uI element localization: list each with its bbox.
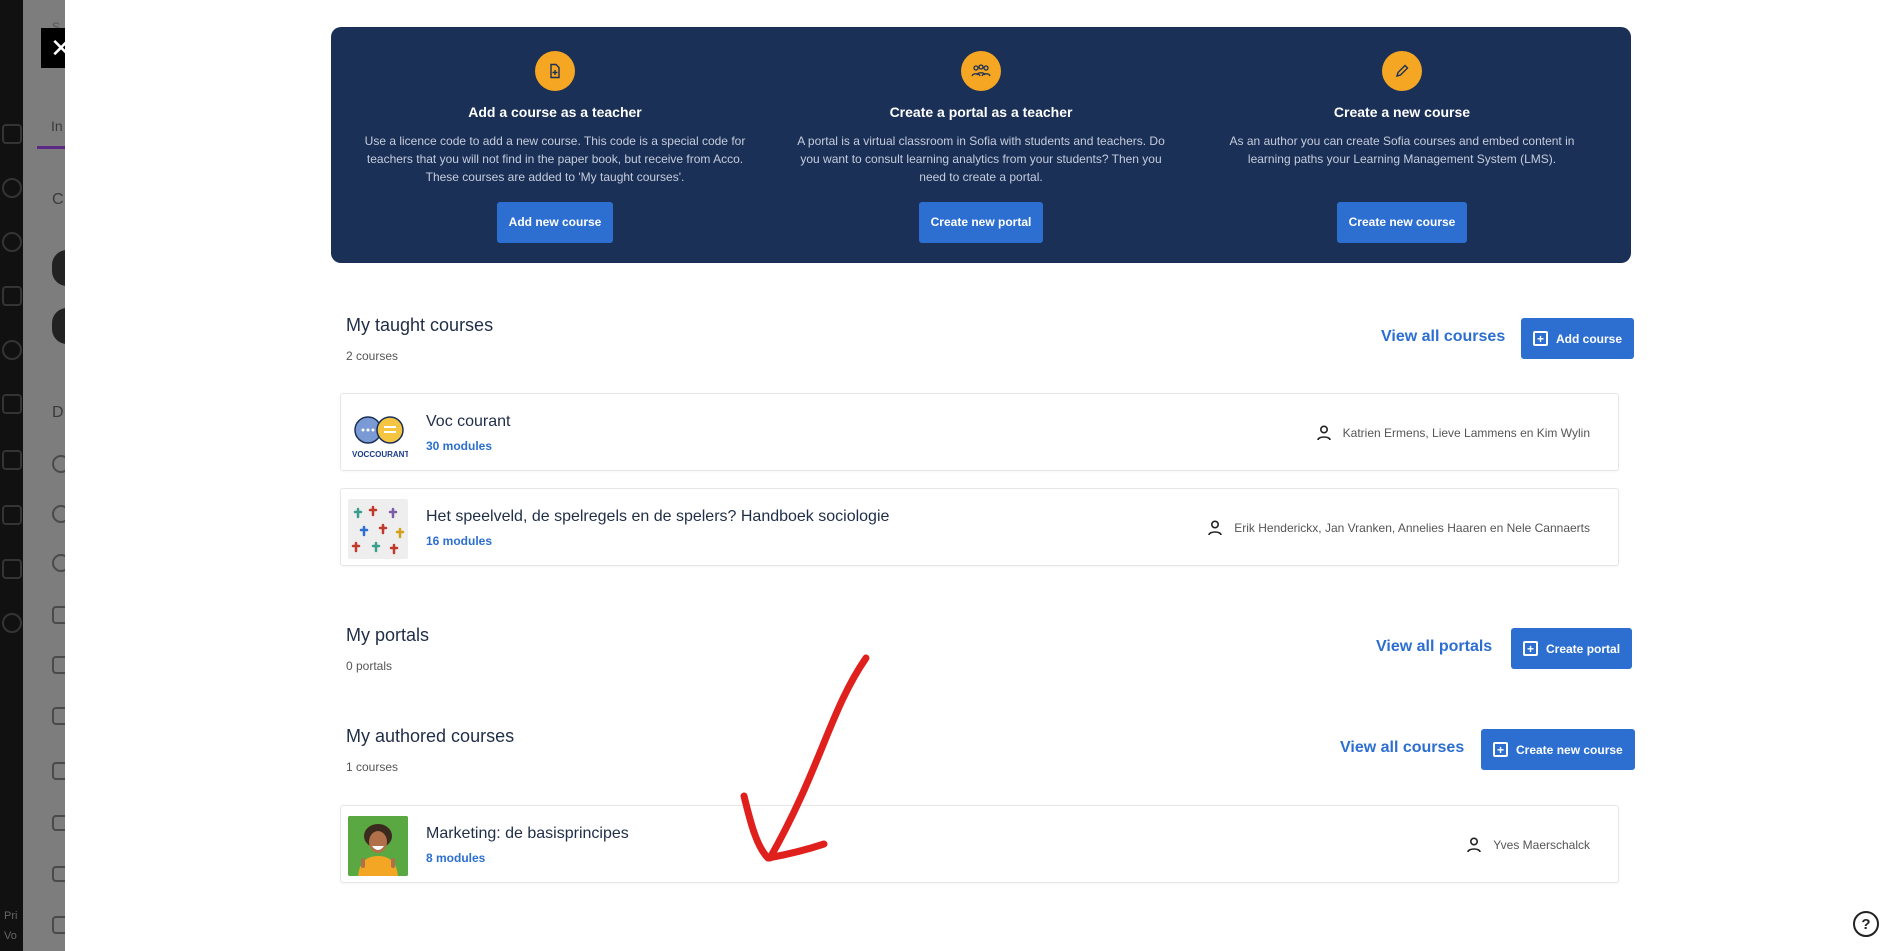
building-icon — [2, 124, 22, 144]
hero-card-create-course: Create a new course As an author you can… — [1202, 51, 1602, 243]
create-portal-button[interactable]: + Create portal — [1511, 628, 1633, 669]
course-title: Marketing: de basisprincipes — [426, 825, 629, 842]
course-authors: Yves Maerschalck — [1467, 837, 1590, 853]
book-icon — [2, 286, 22, 306]
course-thumbnail — [348, 816, 408, 876]
hero-card-add-course: Add a course as a teacher Use a licence … — [355, 51, 755, 243]
user-icon — [2, 178, 22, 198]
hero-title: Add a course as a teacher — [468, 104, 642, 120]
hero-title: Create a new course — [1333, 104, 1471, 120]
users-icon — [2, 340, 22, 360]
portals-title: My portals — [346, 625, 430, 645]
create-new-course-label: Create new course — [1516, 742, 1623, 757]
course-card-voc-courant[interactable]: VOCCOURANT Voc courant 30 modules Katrie… — [340, 393, 1619, 471]
background-footer-text-2: Vo — [4, 930, 17, 942]
background-tab-underline — [37, 146, 65, 149]
course-card-sociologie[interactable]: Het speelveld, de spelregels en de spele… — [340, 488, 1619, 566]
plus-square-icon: + — [1533, 331, 1548, 346]
group-icon — [961, 51, 1001, 91]
background-heading-c: C — [52, 191, 64, 208]
course-modules: 8 modules — [426, 851, 486, 865]
authored-courses-count: 1 courses — [346, 760, 399, 774]
mail-icon — [2, 450, 22, 470]
hero-description: A portal is a virtual classroom in Sofia… — [797, 134, 1165, 184]
course-authors-text: Erik Henderickx, Jan Vranken, Annelies H… — [1234, 521, 1590, 535]
create-new-course-button[interactable]: Create new course — [1336, 202, 1468, 243]
person-icon — [1467, 837, 1482, 853]
pencil-icon — [1382, 51, 1422, 91]
create-portal-label: Create portal — [1546, 641, 1621, 656]
course-authors: Erik Henderickx, Jan Vranken, Annelies H… — [1208, 520, 1590, 536]
taught-courses-count: 2 courses — [346, 349, 399, 363]
course-modules: 30 modules — [426, 439, 493, 453]
background-tab-label: In — [51, 118, 63, 134]
hero-description: As an author you can create Sofia course… — [1229, 134, 1575, 166]
dashboard-panel: Add a course as a teacher Use a licence … — [65, 0, 1893, 951]
course-title: Voc courant — [426, 413, 511, 430]
background-footer-text-1: Pri — [4, 910, 18, 922]
portals-count: 0 portals — [346, 659, 393, 673]
course-thumbnail: VOCCOURANT — [348, 404, 408, 464]
course-modules: 16 modules — [426, 534, 493, 548]
person-icon — [1316, 425, 1331, 441]
add-course-button[interactable]: + Add course — [1521, 318, 1635, 359]
hero-title: Create a portal as a teacher — [889, 104, 1073, 120]
help-button[interactable]: ? — [1853, 911, 1879, 937]
authored-courses-title: My authored courses — [346, 726, 515, 746]
view-all-authored-courses-link[interactable]: View all courses — [1340, 739, 1464, 757]
background-heading-d: D — [52, 404, 64, 421]
plus-square-icon: + — [1523, 641, 1538, 656]
course-authors: Katrien Ermens, Lieve Lammens en Kim Wyl… — [1316, 425, 1590, 441]
background-app-panel: S In C D — [23, 0, 65, 951]
edit-icon — [2, 559, 22, 579]
add-new-course-button[interactable]: Add new course — [496, 202, 614, 243]
course-authors-text: Katrien Ermens, Lieve Lammens en Kim Wyl… — [1342, 426, 1590, 440]
course-thumbnail — [348, 499, 408, 559]
voc-courant-logo-text: VOCCOURANT — [352, 450, 408, 459]
annotation-arrow — [740, 654, 870, 862]
person-icon — [1208, 520, 1223, 536]
hero-card-create-portal: Create a portal as a teacher A portal is… — [781, 51, 1181, 243]
taught-courses-title: My taught courses — [346, 315, 494, 335]
hero-description: Use a licence code to add a new course. … — [364, 134, 746, 184]
course-authors-text: Yves Maerschalck — [1493, 838, 1590, 852]
plus-square-icon: + — [1493, 742, 1508, 757]
view-all-portals-link[interactable]: View all portals — [1376, 638, 1492, 656]
file-add-icon — [535, 51, 575, 91]
hero-banner: Add a course as a teacher Use a licence … — [331, 27, 1631, 263]
create-new-portal-button[interactable]: Create new portal — [918, 202, 1044, 243]
create-new-course-section-button[interactable]: + Create new course — [1481, 729, 1635, 770]
view-all-taught-courses-link[interactable]: View all courses — [1381, 328, 1505, 346]
course-card-marketing[interactable]: Marketing: de basisprincipes 8 modules Y… — [340, 805, 1619, 883]
help-icon: ? — [1861, 915, 1871, 933]
course-title: Het speelveld, de spelregels en de spele… — [426, 508, 890, 525]
globe-icon — [2, 232, 22, 252]
logout-icon — [2, 613, 22, 633]
add-course-label: Add course — [1556, 331, 1623, 346]
calendar-icon — [2, 394, 22, 414]
document-icon — [2, 505, 22, 525]
